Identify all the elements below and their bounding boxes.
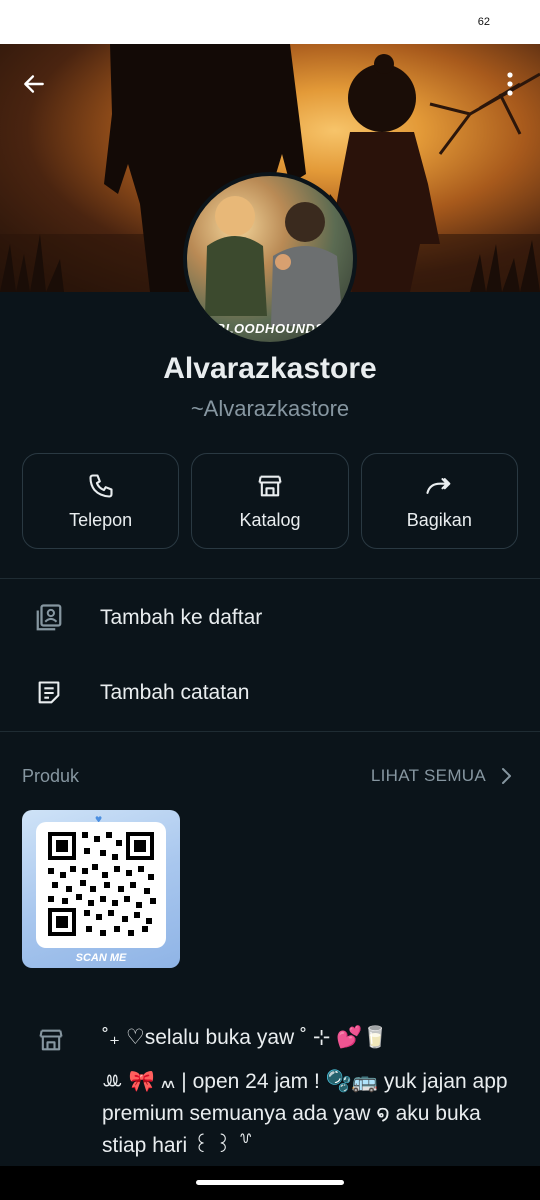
phone-icon xyxy=(89,473,113,498)
products-header: Produk LIHAT SEMUA xyxy=(22,764,518,788)
see-all-label: LIHAT SEMUA xyxy=(370,766,486,785)
add-to-list-row[interactable]: Tambah ke daftar xyxy=(0,583,540,653)
battery-level: 62 xyxy=(477,16,490,28)
more-options-button[interactable] xyxy=(490,64,530,104)
section-divider xyxy=(0,578,540,579)
see-all-link[interactable]: LIHAT SEMUA xyxy=(371,764,518,788)
bio-line-2: ꔛ 🎀 ៳ | open 24 jam ! 🫧🚌 yuk jajan app p… xyxy=(102,1070,508,1157)
bio-line-1: ˚₊ ♡selalu buka yaw ˚ ⊹ 💕🥛 xyxy=(102,1026,389,1049)
product-caption: SCAN ME xyxy=(75,952,127,964)
home-indicator[interactable] xyxy=(196,1180,344,1185)
add-note-row[interactable]: Tambah catatan xyxy=(0,658,540,728)
products-title: Produk xyxy=(22,765,80,786)
action-buttons: Telepon Katalog Bagikan xyxy=(22,453,518,549)
profile-name: Alvarazkastore xyxy=(163,352,377,385)
share-icon xyxy=(426,477,451,494)
avatar-image xyxy=(205,196,343,326)
profile-avatar[interactable]: BLOODHOUNDS xyxy=(183,172,357,346)
arrow-left-icon xyxy=(24,75,44,93)
status-bar: 62 xyxy=(0,0,540,44)
profile-handle: ~Alvarazkastore xyxy=(190,396,350,421)
section-divider xyxy=(0,731,540,732)
share-button-label: Bagikan xyxy=(406,509,472,530)
call-button-label: Telepon xyxy=(69,509,133,530)
add-note-label: Tambah catatan xyxy=(100,681,250,704)
store-icon xyxy=(258,475,282,496)
chevron-right-icon xyxy=(502,768,511,784)
add-to-list-label: Tambah ke daftar xyxy=(100,606,263,629)
contact-list-icon xyxy=(36,604,62,631)
business-description: ˚₊ ♡selalu buka yaw ˚ ⊹ 💕🥛 ꔛ 🎀 ៳ | open … xyxy=(102,1022,522,1162)
navigation-bar xyxy=(0,1166,540,1200)
store-icon xyxy=(39,1029,63,1051)
catalog-button[interactable]: Katalog xyxy=(191,453,349,549)
call-button[interactable]: Telepon xyxy=(22,453,180,549)
qr-code xyxy=(36,822,166,948)
share-button[interactable]: Bagikan xyxy=(360,453,518,549)
back-button[interactable] xyxy=(14,64,54,104)
more-vertical-icon xyxy=(507,72,513,96)
note-icon xyxy=(38,681,60,704)
qr-code-icon xyxy=(48,832,156,936)
avatar-caption: BLOODHOUNDS xyxy=(215,321,325,336)
product-item[interactable]: ♥ SCAN ME xyxy=(22,810,180,968)
catalog-button-label: Katalog xyxy=(239,509,301,530)
